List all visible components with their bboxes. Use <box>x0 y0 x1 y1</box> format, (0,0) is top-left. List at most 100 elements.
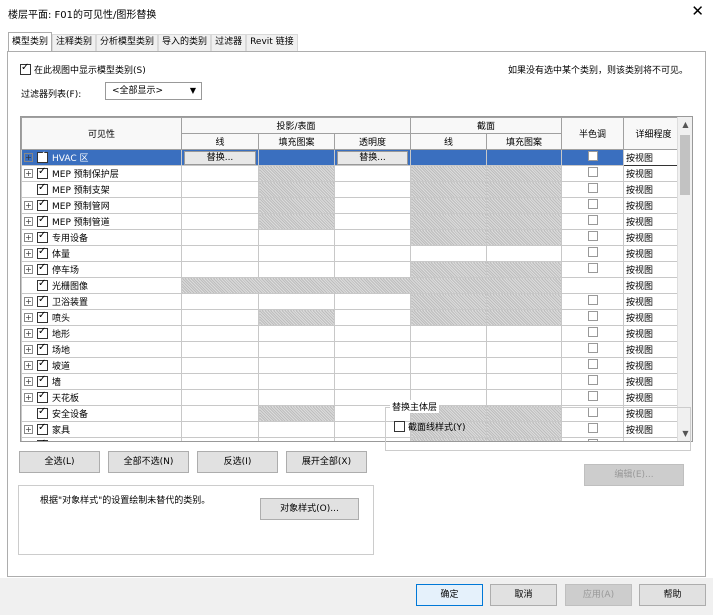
halftone-cell[interactable] <box>561 293 624 310</box>
proj-line-cell[interactable] <box>181 197 259 214</box>
table-row[interactable]: + MEP 预制管网 按视图 <box>21 197 684 214</box>
cut-line-cell[interactable] <box>410 309 487 326</box>
proj-line-cell[interactable] <box>181 437 259 441</box>
ok-button[interactable]: 确定 <box>416 584 483 606</box>
expand-toggle-icon[interactable]: + <box>24 201 33 210</box>
visibility-cell[interactable]: + MEP 预制管网 <box>21 197 182 214</box>
table-row[interactable]: + 停车场 按视图 <box>21 261 684 278</box>
category-visibility-checkbox[interactable] <box>37 151 48 163</box>
halftone-cell[interactable] <box>561 261 624 278</box>
proj-fill-cell[interactable] <box>258 309 335 326</box>
category-visibility-checkbox[interactable] <box>37 375 48 387</box>
select-all-button[interactable]: 全选(L) <box>19 451 100 473</box>
proj-line-cell[interactable] <box>181 181 259 198</box>
category-visibility-checkbox[interactable] <box>37 247 48 259</box>
expand-toggle-icon[interactable]: + <box>24 169 33 178</box>
proj-fill-cell[interactable] <box>258 229 335 246</box>
detail-level-cell[interactable]: 按视图 <box>623 197 684 214</box>
category-visibility-checkbox[interactable] <box>37 391 48 403</box>
visibility-cell[interactable]: + 喷头 <box>21 309 182 326</box>
detail-level-cell[interactable]: 按视图 <box>623 165 684 182</box>
detail-level-cell[interactable]: 按视图 <box>623 229 684 246</box>
halftone-cell[interactable] <box>561 165 624 182</box>
category-visibility-checkbox[interactable] <box>37 167 48 179</box>
visibility-cell[interactable]: + 家具 <box>21 421 182 438</box>
visibility-cell[interactable]: MEP 预制支架 <box>21 181 182 198</box>
halftone-cell[interactable] <box>561 325 624 342</box>
halftone-cell[interactable] <box>561 277 624 294</box>
tab-model-categories[interactable]: 模型类别 <box>8 32 53 51</box>
cut-fill-cell[interactable] <box>486 197 562 214</box>
proj-line-cell[interactable] <box>181 229 259 246</box>
category-visibility-checkbox[interactable] <box>37 231 48 243</box>
cut-line-cell[interactable] <box>410 181 487 198</box>
cut-fill-cell[interactable] <box>486 309 562 326</box>
halftone-checkbox[interactable] <box>587 247 598 257</box>
expand-toggle-icon[interactable]: + <box>24 217 33 226</box>
detail-level-cell[interactable]: 按视图 <box>623 325 684 342</box>
scrollbar-thumb[interactable] <box>680 135 690 195</box>
proj-fill-cell[interactable] <box>258 181 335 198</box>
cut-fill-cell[interactable] <box>486 165 562 182</box>
proj-line-cell[interactable] <box>181 389 259 406</box>
detail-level-cell[interactable]: 按视图 <box>623 389 684 406</box>
proj-line-cell[interactable] <box>181 213 259 230</box>
cut-line-cell[interactable] <box>410 325 487 342</box>
detail-level-cell[interactable]: 按视图 <box>623 309 684 326</box>
detail-level-cell[interactable]: 按视图 <box>623 245 684 262</box>
show-categories-checkbox[interactable] <box>20 62 31 75</box>
proj-line-cell[interactable] <box>181 293 259 310</box>
detail-level-cell[interactable]: 按视图 <box>623 277 684 294</box>
transparency-cell[interactable] <box>334 197 411 214</box>
transparency-cell[interactable] <box>334 213 411 230</box>
table-row[interactable]: + HVAC 区 替换... 替换... 按视图 <box>21 149 684 166</box>
expand-toggle-icon[interactable]: + <box>24 153 33 162</box>
cut-fill-cell[interactable] <box>486 325 562 342</box>
transparency-cell[interactable] <box>334 181 411 198</box>
expand-toggle-icon[interactable]: + <box>24 233 33 242</box>
expand-toggle-icon[interactable]: + <box>24 441 33 442</box>
halftone-checkbox[interactable] <box>587 231 598 241</box>
scroll-up-icon[interactable]: ▲ <box>678 117 692 132</box>
apply-button[interactable]: 应用(A) <box>565 584 632 606</box>
cut-fill-cell[interactable] <box>486 261 562 278</box>
visibility-cell[interactable]: + 卫浴装置 <box>21 293 182 310</box>
cut-line-cell[interactable] <box>410 261 487 278</box>
expand-toggle-icon[interactable]: + <box>24 345 33 354</box>
cut-line-cell[interactable] <box>410 293 487 310</box>
table-row[interactable]: + 卫浴装置 按视图 <box>21 293 684 310</box>
tab-revit-links[interactable]: Revit 链接 <box>246 34 298 51</box>
transparency-cell[interactable] <box>334 245 411 262</box>
proj-line-cell[interactable] <box>181 325 259 342</box>
category-visibility-checkbox[interactable] <box>37 423 48 435</box>
vertical-scrollbar[interactable]: ▲ ▼ <box>677 117 692 441</box>
proj-line-override-button[interactable]: 替换... <box>184 150 256 165</box>
expand-toggle-icon[interactable]: + <box>24 377 33 386</box>
detail-level-cell[interactable]: 按视图 <box>623 357 684 374</box>
expand-toggle-icon[interactable]: + <box>24 297 33 306</box>
halftone-checkbox[interactable] <box>587 343 598 353</box>
table-row[interactable]: + 专用设备 按视图 <box>21 229 684 246</box>
visibility-cell[interactable]: 光栅图像 <box>21 277 182 294</box>
table-row[interactable]: + 地形 按视图 <box>21 325 684 342</box>
category-visibility-checkbox[interactable] <box>37 199 48 211</box>
category-visibility-checkbox[interactable] <box>37 359 48 371</box>
proj-line-cell[interactable] <box>181 341 259 358</box>
cut-line-cell[interactable] <box>410 165 487 182</box>
expand-toggle-icon[interactable]: + <box>24 361 33 370</box>
proj-fill-cell[interactable] <box>258 261 335 278</box>
detail-level-cell[interactable]: 按视图 <box>623 293 684 310</box>
cut-line-styles-option[interactable]: 截面线样式(Y) <box>394 420 466 433</box>
transparency-cell[interactable] <box>334 293 411 310</box>
category-visibility-checkbox[interactable] <box>37 215 48 227</box>
visibility-cell[interactable]: + 体量 <box>21 245 182 262</box>
proj-line-cell[interactable] <box>181 357 259 374</box>
visibility-cell[interactable]: + 停车场 <box>21 261 182 278</box>
cut-line-cell[interactable] <box>410 245 487 262</box>
help-button[interactable]: 帮助 <box>639 584 706 606</box>
proj-fill-cell[interactable] <box>258 149 335 166</box>
halftone-checkbox[interactable] <box>587 295 598 305</box>
category-visibility-checkbox[interactable] <box>37 311 48 323</box>
cut-line-cell[interactable] <box>410 373 487 390</box>
tab-filters[interactable]: 过滤器 <box>211 34 247 51</box>
